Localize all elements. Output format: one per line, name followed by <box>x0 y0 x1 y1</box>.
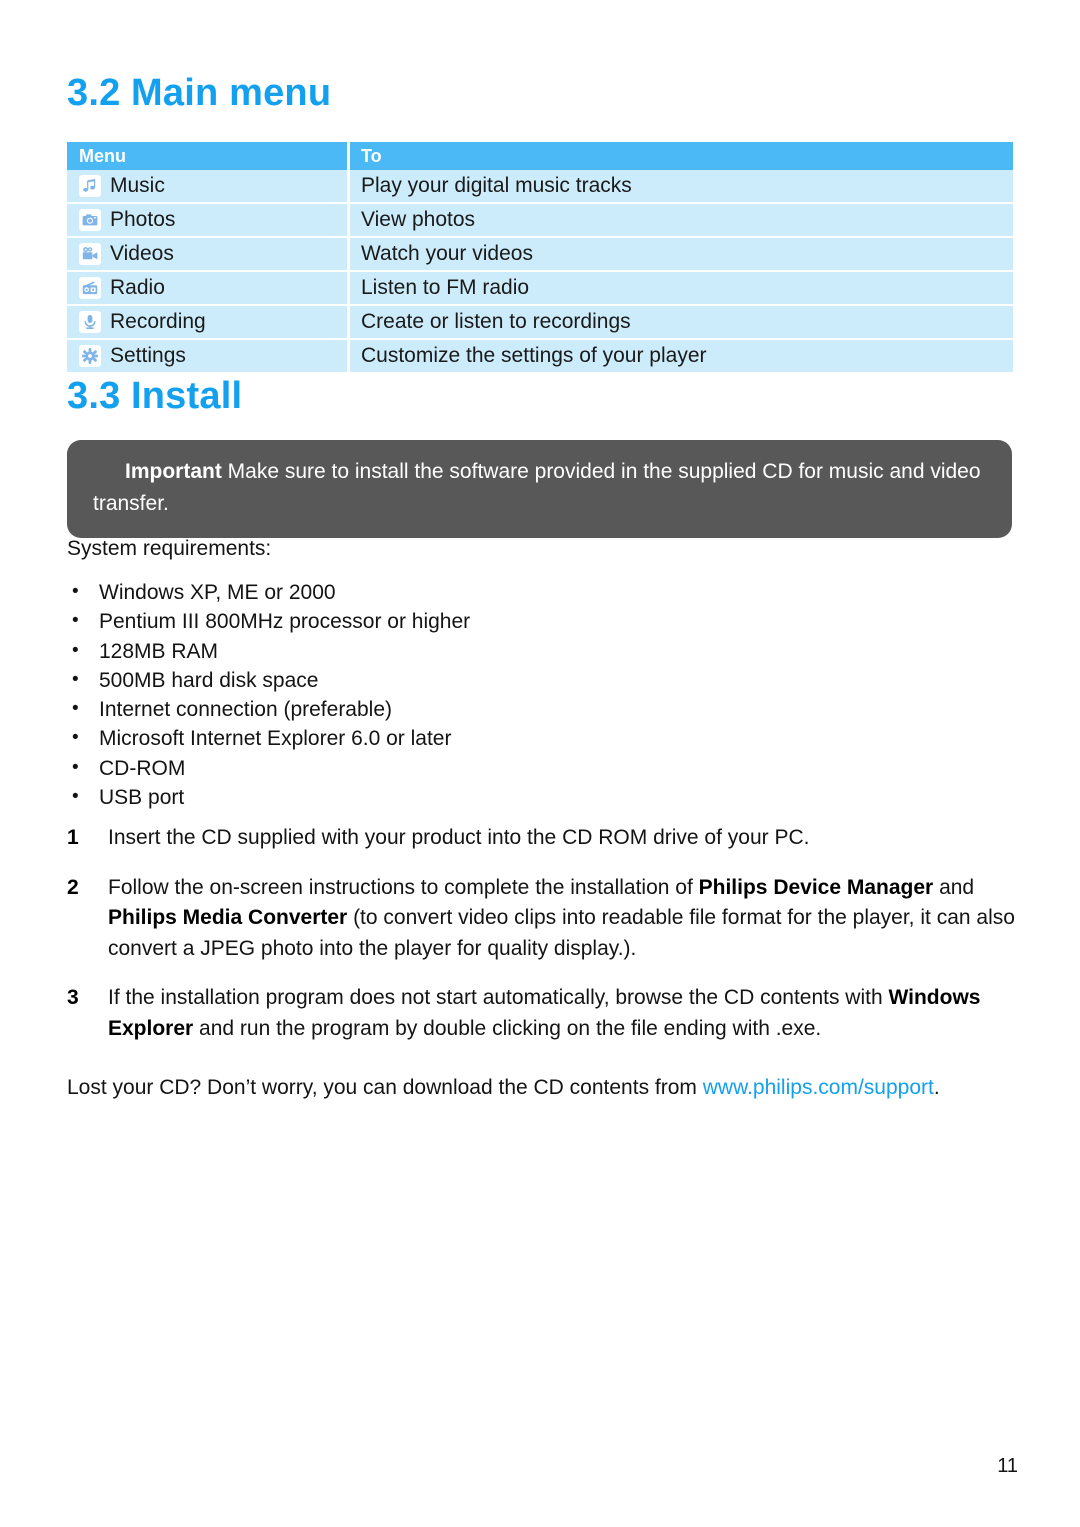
menu-item-description: Customize the settings of your player <box>361 344 707 367</box>
table-row: Recording Create or listen to recordings <box>67 305 1013 340</box>
music-note-icon <box>79 175 101 197</box>
main-menu-table: Menu To Music Play your digital music tra… <box>67 142 1013 374</box>
requirement-item: Windows XP, ME or 2000 <box>67 577 470 607</box>
install-step: 3 If the installation program does not st… <box>67 983 1017 1044</box>
menu-item-label: Videos <box>110 242 174 265</box>
description-cell: Listen to FM radio <box>347 271 1013 306</box>
step-number: 3 <box>67 986 79 1009</box>
step-text-emphasis: Philips Media Converter <box>108 906 348 929</box>
step-text-fragment: If the installation program does not sta… <box>108 986 889 1009</box>
description-cell: View photos <box>347 203 1013 238</box>
table-header-row: Menu To <box>67 142 1013 170</box>
column-header-menu: Menu <box>67 142 349 170</box>
section-heading-main-menu: 3.2 Main menu <box>67 72 331 115</box>
table-body: Music Play your digital music tracks Photo… <box>67 170 1013 374</box>
step-text-fragment: and run the program by double clicking o… <box>193 1016 822 1040</box>
requirement-item: USB port <box>67 782 470 812</box>
requirement-item: Microsoft Internet Explorer 6.0 or later <box>67 723 470 753</box>
important-callout: Important Make sure to install the softw… <box>67 440 1012 538</box>
menu-cell: Music <box>67 170 349 204</box>
menu-item-description: Play your digital music tracks <box>361 174 632 197</box>
menu-item-label: Music <box>110 174 165 197</box>
table-header: Menu To <box>67 142 1013 170</box>
step-text-fragment: Follow the on-screen instructions to com… <box>108 875 699 899</box>
system-requirements-label: System requirements: <box>67 537 272 560</box>
menu-cell: Videos <box>67 237 349 272</box>
section-title: Install <box>131 375 243 417</box>
description-cell: Customize the settings of your player <box>347 339 1013 374</box>
step-text-fragment: and <box>933 875 975 899</box>
description-cell: Watch your videos <box>347 237 1013 272</box>
install-steps-list: 1 Insert the CD supplied with your produc… <box>67 823 1017 1063</box>
install-step: 1 Insert the CD supplied with your produc… <box>67 823 1017 854</box>
step-number: 2 <box>67 875 79 899</box>
menu-item-label: Settings <box>110 344 186 367</box>
step-text: Insert the CD supplied with your product… <box>108 823 1017 854</box>
page-number: 11 <box>997 1455 1018 1477</box>
menu-cell: Recording <box>67 305 349 340</box>
step-text: If the installation program does not sta… <box>108 983 1017 1044</box>
requirement-item: CD-ROM <box>67 753 470 783</box>
philips-support-link[interactable]: www.philips.com/support <box>703 1076 934 1099</box>
section-title: Main menu <box>131 72 332 114</box>
table-row: Photos View photos <box>67 203 1013 238</box>
step-text-emphasis: Philips Device Manager <box>698 875 934 899</box>
step-number: 1 <box>67 826 79 849</box>
table-row: Music Play your digital music tracks <box>67 170 1013 204</box>
important-label: Important <box>125 460 222 483</box>
requirement-item: Internet connection (preferable) <box>67 694 470 724</box>
table-row: Videos Watch your videos <box>67 237 1013 272</box>
camera-icon <box>79 209 101 231</box>
video-camera-icon <box>79 243 101 265</box>
closing-paragraph: Lost your CD? Don’t worry, you can downl… <box>67 1073 1017 1104</box>
closing-text-before: Lost your CD? Don’t worry, you can downl… <box>67 1076 703 1099</box>
menu-cell: Radio <box>67 271 349 306</box>
section-heading-install: 3.3 Install <box>67 375 242 418</box>
menu-item-description: Watch your videos <box>361 242 533 265</box>
table-row: Radio Listen to FM radio <box>67 271 1013 306</box>
table-row: Settings Customize the settings of your p… <box>67 339 1013 374</box>
section-number: 3.3 <box>67 375 121 417</box>
menu-item-description: Create or listen to recordings <box>361 310 631 333</box>
install-step: 2 Follow the on-screen instructions to co… <box>67 873 1017 965</box>
menu-item-description: Listen to FM radio <box>361 276 530 299</box>
menu-item-label: Radio <box>110 276 165 299</box>
important-text: Make sure to install the software provid… <box>93 460 981 515</box>
microphone-icon <box>79 311 101 333</box>
menu-cell: Settings <box>67 339 349 374</box>
requirement-item: 128MB RAM <box>67 636 470 666</box>
step-text-fragment: Insert the CD supplied with your product… <box>108 826 810 849</box>
requirement-item: Pentium III 800MHz processor or higher <box>67 606 470 636</box>
step-text: Follow the on-screen instructions to com… <box>108 873 1017 965</box>
document-page: 3.2 Main menu Menu To Music Play your digi… <box>0 0 1080 1527</box>
menu-item-label: Photos <box>110 208 176 231</box>
requirement-item: 500MB hard disk space <box>67 665 470 695</box>
menu-cell: Photos <box>67 203 349 238</box>
section-number: 3.2 <box>67 72 121 114</box>
description-cell: Create or listen to recordings <box>347 305 1013 340</box>
radio-icon <box>79 277 101 299</box>
gear-icon <box>79 345 101 367</box>
menu-item-description: View photos <box>361 208 476 231</box>
description-cell: Play your digital music tracks <box>347 170 1013 204</box>
system-requirements-list: Windows XP, ME or 2000Pentium III 800MHz… <box>67 577 470 812</box>
column-header-to: To <box>347 142 1013 170</box>
menu-item-label: Recording <box>110 310 206 333</box>
closing-text-after: . <box>933 1076 940 1099</box>
